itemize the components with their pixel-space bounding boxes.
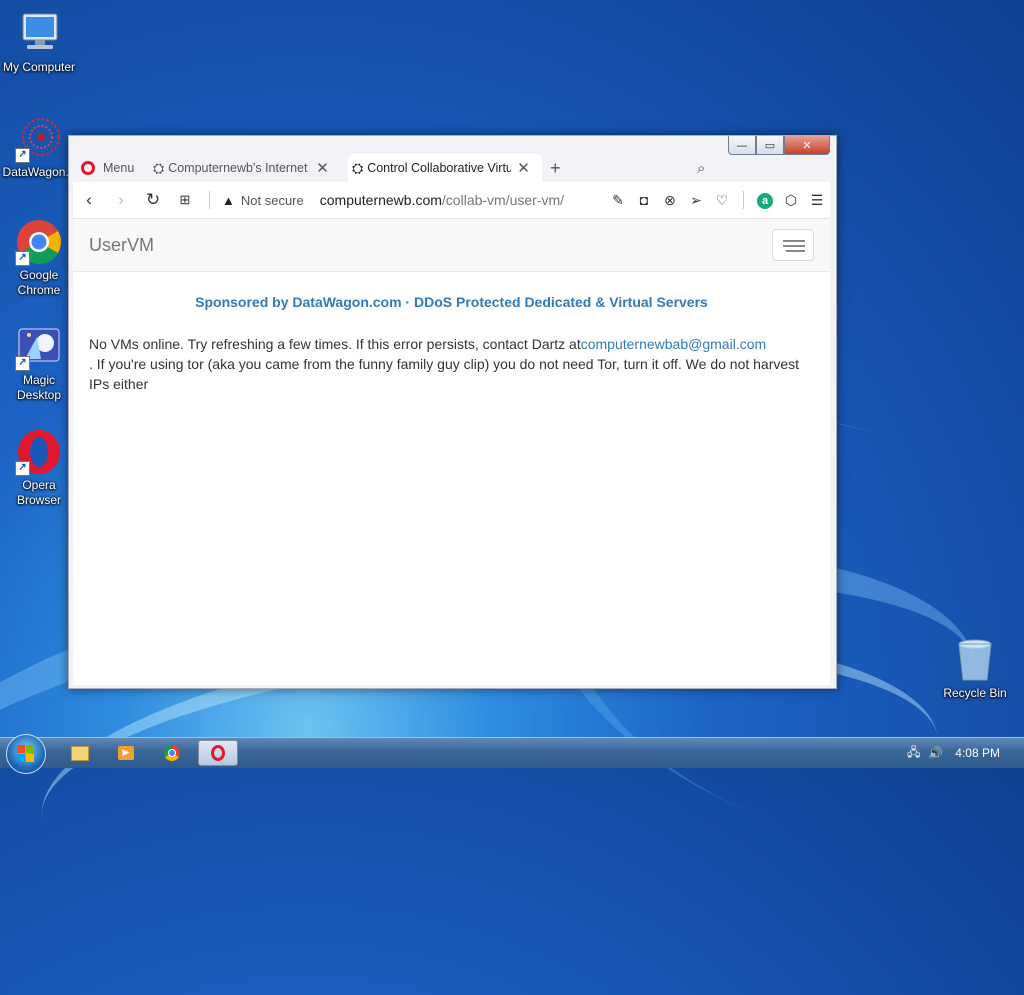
magic-desktop-icon: ↗ [15,323,63,371]
message-text: . If you're using tor (aka you came from… [89,356,800,392]
start-button[interactable] [6,734,46,774]
taskbar: ▶ 🖧 🔊 4:08 PM [0,734,1024,774]
desktop-icon-recycle-bin[interactable]: Recycle Bin [936,636,1014,701]
easy-setup-icon[interactable]: ☰ [804,192,830,209]
address-bar: ‹ › ↻ ⊞ ▲ Not secure computernewb.com/co… [73,182,830,218]
chrome-icon [164,745,180,761]
extension-a-icon[interactable]: a [752,191,778,209]
block-icon[interactable]: ⊗ [657,192,683,209]
url-field[interactable]: computernewb.com/collab-vm/user-vm/ [320,192,564,208]
new-tab-button[interactable]: + [550,154,570,182]
network-icon[interactable]: 🖧 [907,743,920,764]
warning-icon: ▲ [222,192,235,208]
opera-logo-icon [81,161,95,175]
message-text: No VMs online. Try refreshing a few time… [89,336,581,352]
site-navbar: UserVM [73,219,830,272]
taskbar-explorer-button[interactable] [60,740,100,766]
volume-icon[interactable]: 🔊 [928,746,943,760]
tab-control-collaborative[interactable]: ⛭ Control Collaborative Virtu ✕ [348,154,542,182]
vm-favicon-icon: ⛭ [352,159,364,176]
opera-icon: ↗ [15,428,63,476]
desktop-icon-google-chrome[interactable]: ↗ Google Chrome [0,218,78,298]
tab-title: Control Collaborative Virtu [367,161,512,175]
sponsor-link[interactable]: Sponsored by DataWagon.com · DDoS Protec… [73,294,830,310]
tab-close-icon[interactable]: ✕ [316,159,329,177]
desktop-icon-opera-browser[interactable]: ↗ Opera Browser [0,428,78,508]
media-player-icon: ▶ [118,746,134,760]
folder-icon [71,745,89,761]
status-message: No VMs online. Try refreshing a few time… [89,334,814,394]
menu-label: Menu [103,161,135,175]
camera-icon[interactable]: ◘ [631,192,657,208]
computer-icon [15,10,63,58]
edit-icon[interactable]: ✎ [605,192,631,209]
system-tray: 🖧 🔊 4:08 PM [907,738,1024,768]
tab-close-icon[interactable]: ✕ [517,159,530,177]
send-icon[interactable]: ➢ [683,192,709,209]
divider [209,191,210,209]
tab-title: Computernewb's Internet F [168,161,311,175]
desktop-icon-magic-desktop[interactable]: ↗ Magic Desktop [0,323,78,403]
security-status[interactable]: Not secure [241,193,304,208]
taskbar-media-player-button[interactable]: ▶ [106,740,146,766]
desktop-icon-label: Opera Browser [16,478,61,507]
extensions-cube-icon[interactable]: ⬡ [778,192,804,209]
url-path: /collab-vm/user-vm/ [441,192,565,208]
taskbar-chrome-button[interactable] [152,740,192,766]
shortcut-arrow-icon: ↗ [15,148,30,163]
clock[interactable]: 4:08 PM [955,746,1000,760]
contact-email-link[interactable]: computernewbab@gmail.com [581,336,766,352]
site-brand[interactable]: UserVM [89,235,154,256]
datawagon-icon: ↗ [15,115,63,163]
speed-dial-grid-icon[interactable]: ⊞ [169,192,201,208]
back-button[interactable]: ‹ [73,190,105,210]
taskbar-opera-button[interactable] [198,740,238,766]
opera-menu-button[interactable]: Menu [81,154,145,182]
page-content: UserVM Sponsored by DataWagon.com · DDoS… [73,218,830,685]
desktop-icon-label: My Computer [2,60,76,74]
desktop-icon-my-computer[interactable]: My Computer [0,10,78,75]
vm-favicon-icon: ⛭ [153,159,165,176]
heart-icon[interactable]: ♡ [709,192,735,209]
opera-icon [211,745,225,761]
recycle-bin-icon [951,636,999,684]
desktop-icon-label: Google Chrome [17,268,61,297]
shortcut-arrow-icon: ↗ [15,461,30,476]
tab-bar: Menu ⛭ Computernewb's Internet F ✕ ⛭ Con… [69,152,836,182]
reload-button[interactable]: ↻ [137,190,169,210]
search-tabs-icon[interactable]: ⌕ [697,154,717,182]
url-host: computernewb.com [319,192,442,208]
desktop-icon-label: Recycle Bin [943,686,1007,700]
divider [743,191,744,209]
shortcut-arrow-icon: ↗ [15,251,30,266]
shortcut-arrow-icon: ↗ [15,356,30,371]
browser-window: — ▭ ✕ Menu ⛭ Computernewb's Internet F ✕… [68,135,837,689]
forward-button[interactable]: › [105,190,137,210]
tab-computernewb[interactable]: ⛭ Computernewb's Internet F ✕ [153,154,341,182]
chrome-icon: ↗ [15,218,63,266]
windows-logo-icon [17,745,35,763]
desktop-icon-label: Magic Desktop [16,373,62,402]
desktop-icon-datawagon[interactable]: ↗ DataWagon... [0,115,78,180]
desktop-icon-label: DataWagon... [2,165,76,179]
